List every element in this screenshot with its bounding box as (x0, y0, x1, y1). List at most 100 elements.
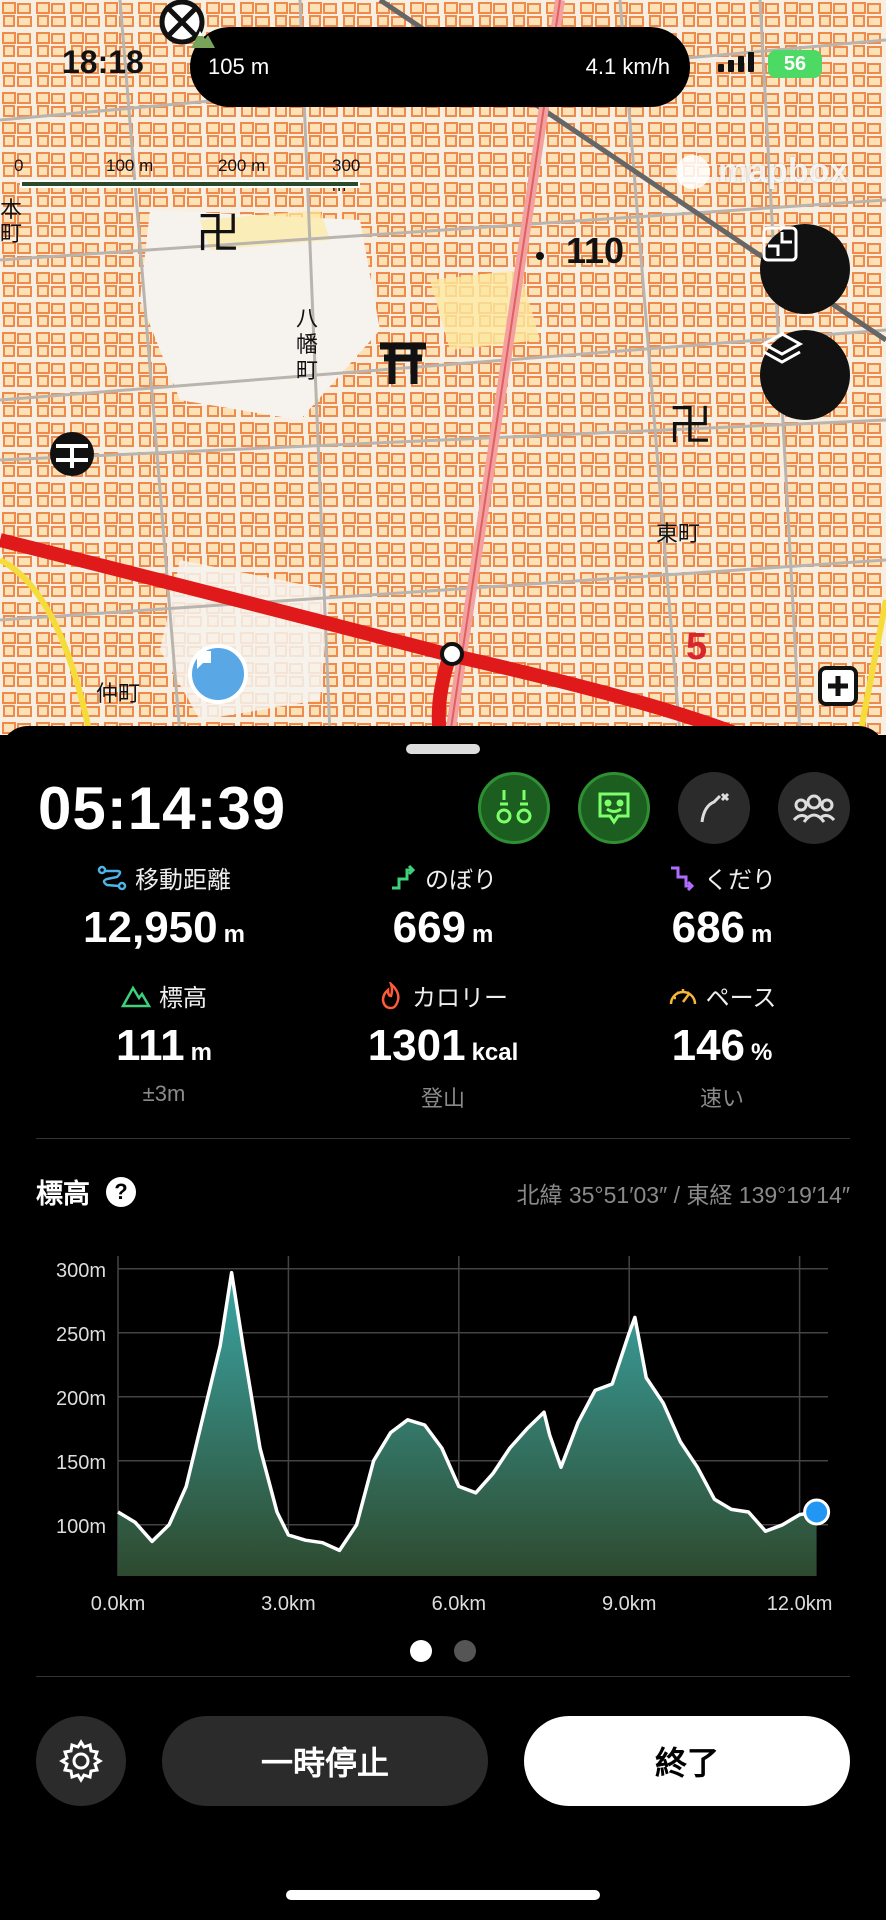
mapbox-attribution[interactable]: mapbox (676, 152, 848, 191)
stat-distance-unit: m (223, 921, 245, 948)
altitude-readout: 105 m (191, 31, 270, 80)
activity-sheet: 05:14:39 移動距離 12,950 m のぼり 669 m くだり 686 m … (0, 726, 886, 1920)
map-scale: 0 100 m 200 m 300 m (14, 156, 364, 196)
current-position-marker (803, 1498, 831, 1526)
x-tick-label: 12.0km (767, 1593, 833, 1615)
stat-distance-value: 12,950 (83, 903, 218, 952)
altitude-value: 105 m (208, 54, 270, 79)
x-tick-label: 3.0km (261, 1593, 315, 1615)
scale-bar (20, 180, 360, 188)
ascent-icon (392, 864, 416, 889)
stat-pace: ペース 146% 速い (574, 978, 870, 1113)
route-guide-button[interactable] (478, 772, 550, 844)
stat-calories-label: カロリー (412, 985, 508, 1012)
x-tick-label: 0.0km (91, 1593, 145, 1615)
stat-descent-label: くだり (704, 867, 776, 894)
battery-indicator: 56 (768, 50, 822, 78)
status-time: 18:18 (62, 44, 144, 80)
stat-pace-rating: 速い (699, 1086, 744, 1111)
svg-text:卍: 卍 (196, 208, 240, 259)
elevation-section-title: 標高 ? (36, 1172, 136, 1211)
group-icon (792, 794, 836, 823)
user-location-marker[interactable] (188, 644, 248, 704)
stat-ascent-unit: m (472, 921, 494, 948)
page-dot-2[interactable] (454, 1640, 476, 1662)
scale-label-0: 0 (14, 156, 24, 175)
route-branch-icon (700, 792, 730, 823)
map-label-hon: 本 町 (0, 197, 23, 246)
safety-share-button[interactable] (578, 772, 650, 844)
stat-calories-value: 1301 (367, 1021, 466, 1070)
divider (36, 1676, 850, 1677)
settings-button[interactable] (36, 1716, 126, 1806)
map-label-higashi: 東町 (656, 521, 701, 546)
stat-calories-activity: 登山 (420, 1086, 465, 1111)
stat-elevation-accuracy: ±3m (142, 1081, 186, 1106)
y-tick-label: 150m (56, 1452, 106, 1474)
stat-descent: くだり 686 m (574, 860, 870, 953)
elevation-title: 標高 (36, 1179, 90, 1209)
page-indicator[interactable] (0, 1640, 886, 1662)
x-tick-label: 6.0km (432, 1593, 486, 1615)
layers-icon (760, 332, 804, 364)
svg-text:卍: 卍 (668, 400, 712, 451)
flame-icon (381, 981, 400, 1009)
stat-elevation-unit: m (190, 1039, 212, 1066)
y-tick-label: 300m (56, 1260, 106, 1282)
mapbox-logo-icon (676, 154, 710, 189)
collapse-icon (762, 226, 798, 262)
scale-label-200: 200 m (218, 156, 266, 175)
y-tick-label: 200m (56, 1388, 106, 1410)
stat-elevation-value: 111 (116, 1021, 185, 1070)
help-icon[interactable]: ? (106, 1176, 136, 1207)
stat-calories-unit: kcal (471, 1039, 519, 1066)
stat-ascent: のぼり 669 m (295, 860, 591, 953)
stat-ascent-value: 669 (392, 903, 467, 952)
group-button[interactable] (778, 772, 850, 844)
mountain-icon (121, 985, 151, 1007)
descent-icon (671, 866, 695, 891)
fit-bounds-button[interactable] (760, 224, 850, 314)
y-tick-label: 250m (56, 1324, 106, 1346)
smile-badge-icon (598, 792, 630, 825)
stat-descent-value: 686 (671, 903, 746, 952)
stat-distance: 移動距離 12,950 m (16, 860, 312, 953)
mapbox-label: mapbox (718, 152, 849, 190)
x-tick-label: 9.0km (602, 1593, 656, 1615)
tracking-pill[interactable]: 105 m 4.1 km/h (190, 27, 690, 107)
stat-ascent-label: のぼり (425, 867, 497, 894)
stat-pace-label: ペース (705, 985, 777, 1012)
gear-icon (59, 1739, 103, 1783)
mountain-icon (191, 31, 215, 48)
page-dot-1[interactable] (410, 1640, 432, 1662)
flag-icon (197, 651, 211, 669)
stat-pace-unit: % (751, 1039, 773, 1066)
map-label-hachiman: 八 幡 町 (296, 306, 319, 383)
cellular-signal-icon (718, 52, 754, 72)
speed-value: 4.1 km/h (585, 54, 670, 79)
y-tick-label: 100m (56, 1516, 106, 1538)
stat-elevation: 標高 111 m ±3m (16, 978, 312, 1107)
stat-elevation-label: 標高 (159, 985, 207, 1012)
route-number-label: 110 (566, 230, 625, 271)
gauge-icon (669, 988, 696, 1004)
scale-label-100: 100 m (106, 156, 154, 175)
route-pins-icon (496, 790, 532, 824)
stat-descent-unit: m (751, 921, 773, 948)
distance-icon (97, 865, 127, 890)
map-view[interactable]: 卍 卍 18:18 105 m 4.1 km/h 56 0 100 m 200 … (0, 0, 886, 735)
divider (36, 1138, 850, 1139)
home-indicator[interactable] (286, 1890, 600, 1900)
sheet-handle[interactable] (406, 744, 480, 754)
elapsed-timer: 05:14:39 (38, 775, 287, 842)
pause-button[interactable]: 一時停止 (162, 1716, 488, 1806)
stat-distance-label: 移動距離 (135, 867, 231, 894)
map-canvas: 卍 卍 (0, 0, 886, 735)
map-layers-button[interactable] (760, 330, 850, 420)
stat-calories: カロリー 1301 kcal 登山 (295, 978, 591, 1113)
end-button[interactable]: 終了 (524, 1716, 850, 1806)
stat-pace-value: 146 (671, 1021, 746, 1070)
elevation-chart[interactable]: 300m 250m 200m 150m 100m 0.0km 3.0km 6.0km 9.0km… (0, 1226, 886, 1626)
off-route-button[interactable] (678, 772, 750, 844)
scale-label-300: 300 m (332, 156, 361, 195)
